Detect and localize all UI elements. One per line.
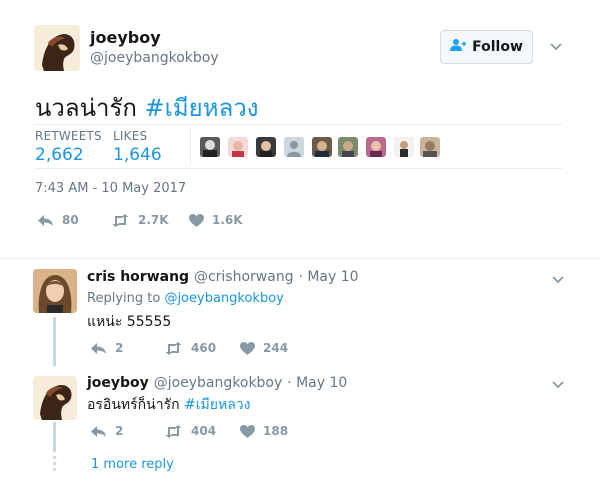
liker-avatar[interactable] bbox=[256, 137, 276, 157]
replying-prefix: Replying to bbox=[87, 291, 161, 306]
add-user-icon bbox=[450, 38, 467, 56]
retweet-icon bbox=[111, 213, 130, 227]
reply-count: 80 bbox=[62, 213, 79, 227]
divider bbox=[34, 168, 562, 169]
retweets-count[interactable]: 2,662 bbox=[35, 145, 84, 165]
replying-to: Replying to @joeybangkokboy bbox=[87, 291, 284, 306]
retweet-action[interactable]: 460 bbox=[164, 341, 216, 355]
retweet-count: 404 bbox=[191, 424, 217, 438]
chevron-down-icon[interactable] bbox=[552, 378, 564, 392]
thread-line bbox=[53, 422, 56, 452]
thread-dots bbox=[53, 456, 56, 474]
reply-action[interactable]: 2 bbox=[90, 424, 123, 438]
reply-text: อรอินทร์ก็น่ารัก #เมียหลวง bbox=[87, 394, 250, 416]
reply-text: แหน่ะ 55555 bbox=[87, 314, 172, 330]
likes-label: LIKES bbox=[113, 129, 148, 143]
hashtag-link[interactable]: #เมียหลวง bbox=[145, 94, 259, 122]
divider bbox=[34, 124, 562, 125]
more-replies-link[interactable]: 1 more reply bbox=[91, 457, 174, 472]
liker-avatar[interactable] bbox=[312, 137, 332, 157]
liker-avatar[interactable] bbox=[420, 137, 440, 157]
liker-avatar[interactable] bbox=[338, 137, 358, 157]
liker-avatar[interactable] bbox=[366, 137, 386, 157]
retweet-action[interactable]: 404 bbox=[164, 424, 216, 438]
like-action[interactable]: 1.6K bbox=[189, 213, 243, 227]
reply-icon bbox=[90, 425, 107, 438]
like-action[interactable]: 188 bbox=[240, 424, 288, 438]
reply-icon bbox=[90, 342, 107, 355]
chevron-down-icon[interactable] bbox=[550, 40, 562, 54]
hashtag-link[interactable]: #เมียหลวง bbox=[184, 397, 250, 413]
likes-count[interactable]: 1,646 bbox=[113, 145, 162, 165]
heart-icon bbox=[189, 213, 204, 227]
reply-author-name[interactable]: joeyboy bbox=[87, 375, 149, 391]
heart-icon bbox=[240, 341, 255, 355]
thread-line bbox=[53, 317, 56, 366]
liker-avatar[interactable] bbox=[200, 137, 220, 157]
follow-label: Follow bbox=[472, 39, 523, 55]
tweet-text: นวลน่ารัก #เมียหลวง bbox=[35, 88, 258, 127]
main-tweet: joeyboy @joeybangkokboy Follow นวลน่ารัก… bbox=[0, 0, 600, 258]
reply-header: cris horwang @crishorwang · May 10 bbox=[87, 269, 359, 285]
liker-avatar[interactable] bbox=[394, 137, 414, 157]
reply-avatar[interactable] bbox=[33, 376, 77, 420]
reply-count: 2 bbox=[115, 424, 124, 438]
reply-action[interactable]: 80 bbox=[37, 213, 79, 227]
chevron-down-icon[interactable] bbox=[552, 273, 564, 287]
retweet-icon bbox=[164, 424, 183, 438]
reply-date[interactable]: · May 10 bbox=[287, 375, 347, 391]
liker-avatar[interactable] bbox=[228, 137, 248, 157]
like-count: 188 bbox=[263, 424, 289, 438]
reply-icon bbox=[37, 214, 54, 227]
replying-handle-link[interactable]: @joeybangkokboy bbox=[164, 291, 283, 306]
reply-author-handle[interactable]: @joeybangkokboy bbox=[154, 375, 283, 391]
reply-body: อรอินทร์ก็น่ารัก bbox=[87, 397, 180, 413]
retweet-icon bbox=[164, 341, 183, 355]
reply-action[interactable]: 2 bbox=[90, 341, 123, 355]
like-count: 244 bbox=[263, 341, 289, 355]
reply-avatar[interactable] bbox=[33, 269, 77, 313]
reply-date[interactable]: · May 10 bbox=[298, 269, 358, 285]
like-count: 1.6K bbox=[212, 213, 243, 227]
reply-author-name[interactable]: cris horwang bbox=[87, 269, 189, 285]
reply-count: 2 bbox=[115, 341, 124, 355]
tweet-body: นวลน่ารัก bbox=[35, 94, 137, 122]
heart-icon bbox=[240, 424, 255, 438]
retweet-count: 460 bbox=[191, 341, 217, 355]
reply-author-handle[interactable]: @crishorwang bbox=[194, 269, 294, 285]
reply-header: joeyboy @joeybangkokboy · May 10 bbox=[87, 375, 347, 391]
reply-tweet: cris horwang @crishorwang · May 10 Reply… bbox=[0, 259, 600, 369]
retweets-label: RETWEETS bbox=[35, 129, 102, 143]
liker-avatar[interactable] bbox=[284, 137, 304, 157]
reply-tweet: joeyboy @joeybangkokboy · May 10 อรอินทร… bbox=[0, 366, 600, 452]
stats-separator bbox=[190, 128, 191, 166]
tweet-timestamp[interactable]: 7:43 AM - 10 May 2017 bbox=[35, 181, 186, 196]
like-action[interactable]: 244 bbox=[240, 341, 288, 355]
author-name[interactable]: joeyboy bbox=[90, 28, 161, 47]
author-handle[interactable]: @joeybangkokboy bbox=[90, 50, 219, 66]
author-avatar[interactable] bbox=[34, 25, 80, 71]
retweet-count: 2.7K bbox=[138, 213, 169, 227]
follow-button[interactable]: Follow bbox=[440, 30, 533, 64]
retweet-action[interactable]: 2.7K bbox=[111, 213, 169, 227]
